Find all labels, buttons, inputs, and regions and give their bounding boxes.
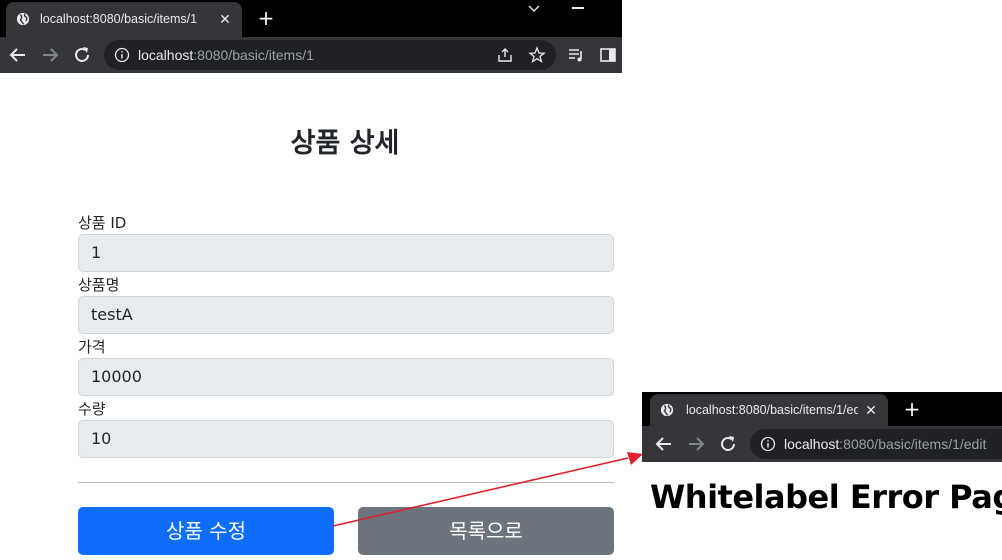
tab-close-icon[interactable]: ✕ [216, 10, 234, 28]
quantity-field[interactable]: 10 [78, 420, 614, 458]
browser-window-edit: localhost:8080/basic/items/1/edit ✕ + lo… [642, 392, 1002, 560]
info-icon[interactable] [760, 436, 776, 452]
url-host: localhost [784, 436, 840, 452]
media-icon[interactable] [566, 45, 586, 65]
forward-icon[interactable] [684, 432, 708, 456]
item-name-label: 상품명 [78, 276, 120, 294]
back-to-list-button[interactable]: 목록으로 [358, 507, 614, 555]
price-field[interactable]: 10000 [78, 358, 614, 396]
quantity-label: 수량 [78, 400, 106, 418]
sidepanel-icon[interactable] [598, 45, 618, 65]
new-tab-button[interactable]: + [256, 8, 276, 28]
divider [78, 482, 614, 483]
globe-icon [16, 12, 30, 26]
star-icon[interactable] [528, 46, 546, 64]
browser-toolbar: localhost:8080/basic/items/1/edit [642, 426, 1002, 462]
page-content: 상품 상세 상품 ID 1 상품명 testA 가격 10000 수량 10 상… [0, 73, 622, 560]
new-tab-button[interactable]: + [902, 399, 922, 419]
item-id-field[interactable]: 1 [78, 234, 614, 272]
minimize-icon[interactable] [572, 2, 586, 12]
item-name-field[interactable]: testA [78, 296, 614, 334]
browser-window-main: localhost:8080/basic/items/1 ✕ + localho… [0, 0, 622, 560]
back-icon[interactable] [652, 432, 676, 456]
tab-close-icon[interactable]: ✕ [862, 401, 880, 419]
share-icon[interactable] [496, 46, 514, 64]
chevron-down-icon[interactable] [525, 2, 543, 16]
browser-tab-active[interactable]: localhost:8080/basic/items/1/edit ✕ [650, 394, 888, 426]
reload-icon[interactable] [716, 432, 740, 456]
url-host: localhost [138, 47, 194, 63]
tab-title: localhost:8080/basic/items/1/edit [686, 403, 858, 417]
address-bar[interactable]: localhost:8080/basic/items/1/edit [750, 429, 1002, 459]
forward-icon[interactable] [38, 43, 62, 67]
info-icon[interactable] [114, 47, 130, 63]
page-title: 상품 상세 [290, 128, 400, 159]
tab-title: localhost:8080/basic/items/1 [40, 12, 198, 26]
edit-item-button[interactable]: 상품 수정 [78, 507, 334, 555]
address-bar[interactable]: localhost:8080/basic/items/1 [104, 40, 556, 70]
item-id-label: 상품 ID [78, 214, 127, 232]
url-text: localhost:8080/basic/items/1 [138, 47, 314, 63]
tab-strip: localhost:8080/basic/items/1 ✕ + [0, 0, 622, 37]
reload-icon[interactable] [70, 43, 94, 67]
browser-toolbar: localhost:8080/basic/items/1 [0, 37, 622, 73]
globe-icon [660, 403, 674, 417]
tab-strip: localhost:8080/basic/items/1/edit ✕ + [642, 392, 1002, 426]
price-label: 가격 [78, 338, 106, 356]
back-icon[interactable] [6, 43, 30, 67]
error-page-title: Whitelabel Error Page [650, 478, 1002, 516]
url-path: :8080/basic/items/1/edit [839, 436, 987, 452]
url-text: localhost:8080/basic/items/1/edit [784, 436, 986, 452]
url-path: :8080/basic/items/1 [193, 47, 314, 63]
browser-tab-active[interactable]: localhost:8080/basic/items/1 ✕ [6, 2, 242, 37]
